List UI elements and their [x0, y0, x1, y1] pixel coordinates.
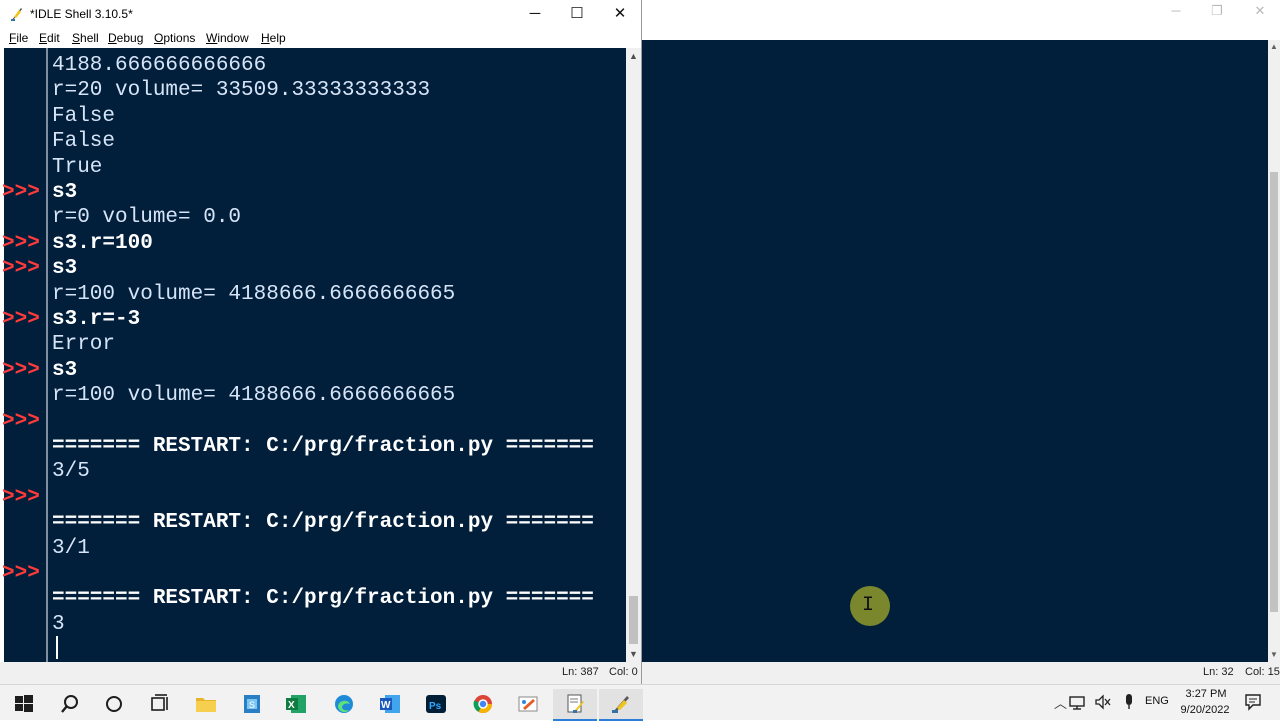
shell-output-line: False: [52, 130, 116, 153]
volume-muted-icon[interactable]: [1092, 687, 1114, 719]
shell-restart-banner: ======= RESTART: C:/prg/fraction.py ====…: [52, 435, 594, 458]
notifications-icon[interactable]: [1240, 687, 1266, 719]
clock-time[interactable]: 3:27 PM: [1180, 687, 1232, 702]
shell-input-line: s3: [52, 181, 78, 204]
file-explorer-icon[interactable]: [184, 689, 228, 721]
status-column-number: Col: 0: [609, 666, 638, 678]
shell-output-line: r=0 volume= 0.0: [52, 206, 242, 229]
bg-close-button[interactable]: ✕: [1238, 0, 1280, 24]
menu-debug[interactable]: Debug: [108, 31, 143, 45]
menubar: File Edit Shell Debug Options Window Hel…: [0, 29, 641, 48]
shell-output-line: False: [52, 105, 116, 128]
background-titlebar: ─ ❐ ✕: [642, 0, 1280, 40]
python-idle-icon[interactable]: [599, 689, 643, 721]
bg-status-line: Ln: 32: [1203, 666, 1234, 678]
menu-options[interactable]: Options: [154, 31, 195, 45]
shell-output-line: Error: [52, 333, 116, 356]
shell-output-line: True: [52, 156, 103, 179]
shell-output-line: 4188.666666666666: [52, 54, 267, 77]
menu-help[interactable]: Help: [261, 31, 286, 45]
svg-text:W: W: [381, 700, 391, 711]
menu-file[interactable]: File: [9, 31, 28, 45]
task-view-icon[interactable]: [138, 689, 182, 721]
shell-prompt: >>>: [2, 257, 40, 280]
background-statusbar: Ln: 32 Col: 15: [642, 662, 1280, 684]
scroll-down-arrow[interactable]: ▼: [626, 646, 641, 662]
shell-output-line: r=20 volume= 33509.33333333333: [52, 79, 431, 102]
idle-editor-icon[interactable]: [553, 689, 597, 721]
shell-input-line: s3: [52, 257, 78, 280]
shell-output-line: 3: [52, 613, 65, 636]
network-icon[interactable]: [1066, 687, 1088, 719]
bg-scroll-thumb[interactable]: [1270, 172, 1278, 612]
sandbox-icon[interactable]: S: [230, 689, 274, 721]
svg-text:X: X: [288, 700, 295, 711]
language-indicator[interactable]: ENG: [1145, 695, 1169, 707]
shell-prompt: >>>: [2, 486, 40, 509]
cortana-icon[interactable]: [92, 689, 136, 721]
shell-restart-banner: ======= RESTART: C:/prg/fraction.py ====…: [52, 587, 594, 610]
bg-minimize-button[interactable]: ─: [1154, 0, 1198, 24]
shell-prompt: >>>: [2, 181, 40, 204]
windows-start-icon[interactable]: [2, 689, 46, 721]
shell-prompt: >>>: [2, 410, 40, 433]
python-feather-icon: [11, 8, 22, 21]
statusbar: Ln: 387 Col: 0: [0, 662, 641, 684]
shell-prompt: >>>: [2, 232, 40, 255]
shell-output-line: r=100 volume= 4188666.6666666665: [52, 283, 456, 306]
bg-restore-button[interactable]: ❐: [1195, 0, 1239, 24]
bg-status-col: Col: 15: [1245, 666, 1280, 678]
background-window: ─ ❐ ✕ ▲ ▼ Ln: 32 Col: 15: [642, 0, 1280, 684]
menu-edit[interactable]: Edit: [39, 31, 60, 45]
svg-text:Ps: Ps: [429, 701, 442, 712]
excel-icon[interactable]: X: [274, 689, 318, 721]
chrome-icon[interactable]: [461, 689, 505, 721]
shell-input-line: s3.r=-3: [52, 308, 141, 331]
text-cursor: [56, 636, 58, 659]
shell-output-line: 3/1: [52, 537, 90, 560]
word-icon[interactable]: W: [368, 689, 412, 721]
paint-icon[interactable]: [506, 689, 550, 721]
shell-scrollbar[interactable]: ▲ ▼: [626, 48, 641, 662]
bg-scroll-up-arrow[interactable]: ▲: [1268, 40, 1280, 54]
edge-icon[interactable]: [322, 689, 366, 721]
maximize-button[interactable]: ☐: [555, 0, 599, 29]
taskbar: S X W Ps ︿ ENG 3:27 PM 9/20/2022: [0, 684, 1280, 721]
close-button[interactable]: ✕: [598, 0, 642, 29]
shell-output-line: 3/5: [52, 460, 90, 483]
microphone-icon[interactable]: [1118, 687, 1140, 719]
shell-prompt: >>>: [2, 562, 40, 585]
minimize-button[interactable]: ─: [513, 0, 557, 29]
shell-prompt: >>>: [2, 308, 40, 331]
clock-date[interactable]: 9/20/2022: [1175, 703, 1235, 718]
shell-restart-banner: ======= RESTART: C:/prg/fraction.py ====…: [52, 511, 594, 534]
idle-shell-window: *IDLE Shell 3.10.5* ─ ☐ ✕ File Edit Shel…: [0, 0, 642, 684]
window-title: *IDLE Shell 3.10.5*: [30, 7, 133, 21]
menu-shell[interactable]: Shell: [72, 31, 99, 45]
shell-input-line: s3.r=100: [52, 232, 153, 255]
svg-text:S: S: [249, 700, 255, 710]
background-editor-text-area[interactable]: [642, 40, 1268, 662]
scroll-up-arrow[interactable]: ▲: [626, 48, 641, 64]
background-scrollbar[interactable]: ▲ ▼: [1268, 40, 1280, 662]
status-line-number: Ln: 387: [562, 666, 599, 678]
shell-input-line: s3: [52, 359, 78, 382]
titlebar[interactable]: *IDLE Shell 3.10.5* ─ ☐ ✕: [0, 0, 641, 29]
menu-window[interactable]: Window: [206, 31, 249, 45]
shell-prompt: >>>: [2, 359, 40, 382]
search-icon[interactable]: [48, 689, 92, 721]
shell-output-line: r=100 volume= 4188666.6666666665: [52, 384, 456, 407]
photoshop-icon[interactable]: Ps: [414, 689, 458, 721]
scroll-thumb[interactable]: [629, 596, 638, 644]
bg-scroll-down-arrow[interactable]: ▼: [1268, 648, 1280, 662]
ibeam-cursor-icon: I: [862, 594, 875, 617]
